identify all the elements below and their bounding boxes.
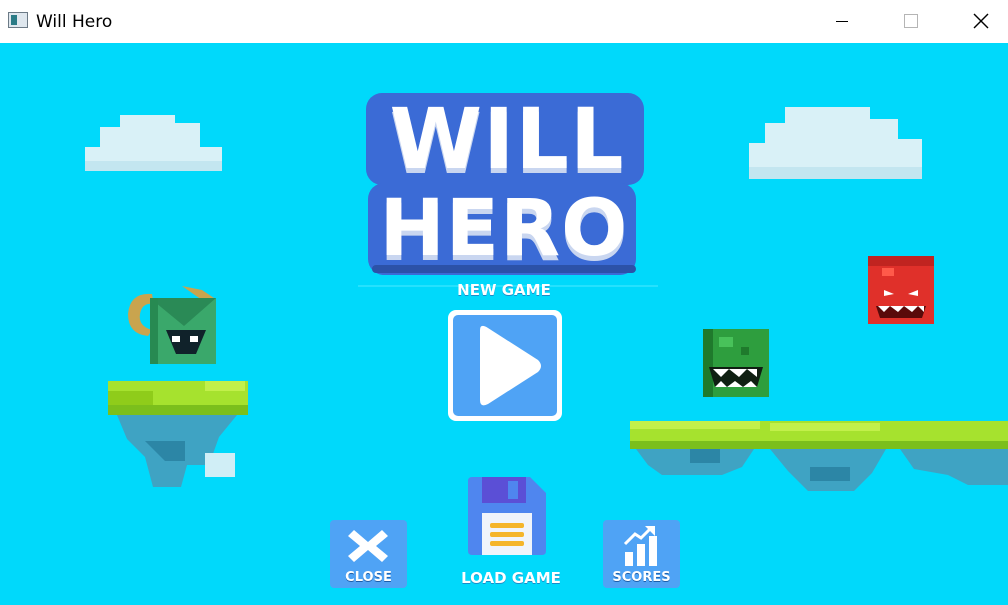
- floppy-disk-icon: [468, 477, 546, 555]
- maximize-icon: [904, 14, 918, 28]
- green-orc-enemy: [703, 329, 769, 397]
- close-window-button[interactable]: [958, 0, 1004, 43]
- app-window-icon: [8, 12, 28, 28]
- window-titlebar: Will Hero: [0, 0, 1008, 43]
- game-logo: WILL HERO: [358, 91, 658, 289]
- window-title: Will Hero: [36, 12, 113, 32]
- close-button[interactable]: CLOSE: [330, 520, 407, 588]
- island-right: [630, 421, 1008, 491]
- red-orc-enemy: [868, 256, 934, 324]
- scores-button[interactable]: SCORES: [603, 520, 680, 588]
- bar-chart-icon: [623, 526, 657, 566]
- x-icon: [348, 530, 388, 562]
- floating-rock: [205, 453, 235, 477]
- logo-line-hero: HERO: [379, 184, 629, 274]
- minimize-button[interactable]: [818, 0, 864, 43]
- game-screen: WILL HERO NEW GAME CLOSE LOAD GAME SCORE…: [0, 43, 1008, 605]
- scores-label: SCORES: [612, 570, 671, 585]
- load-game-button[interactable]: [468, 477, 546, 555]
- load-game-label: LOAD GAME: [461, 569, 561, 587]
- cloud-right: [749, 107, 922, 179]
- logo-line-will: WILL: [389, 90, 625, 188]
- hero-character: [128, 286, 216, 364]
- cloud-left: [85, 115, 222, 171]
- play-icon: [448, 310, 562, 421]
- new-game-button[interactable]: [446, 308, 564, 423]
- minimize-icon: [836, 21, 848, 22]
- close-icon: [973, 13, 989, 29]
- maximize-button[interactable]: [887, 0, 933, 43]
- new-game-label: NEW GAME: [457, 281, 551, 299]
- close-label: CLOSE: [345, 570, 392, 585]
